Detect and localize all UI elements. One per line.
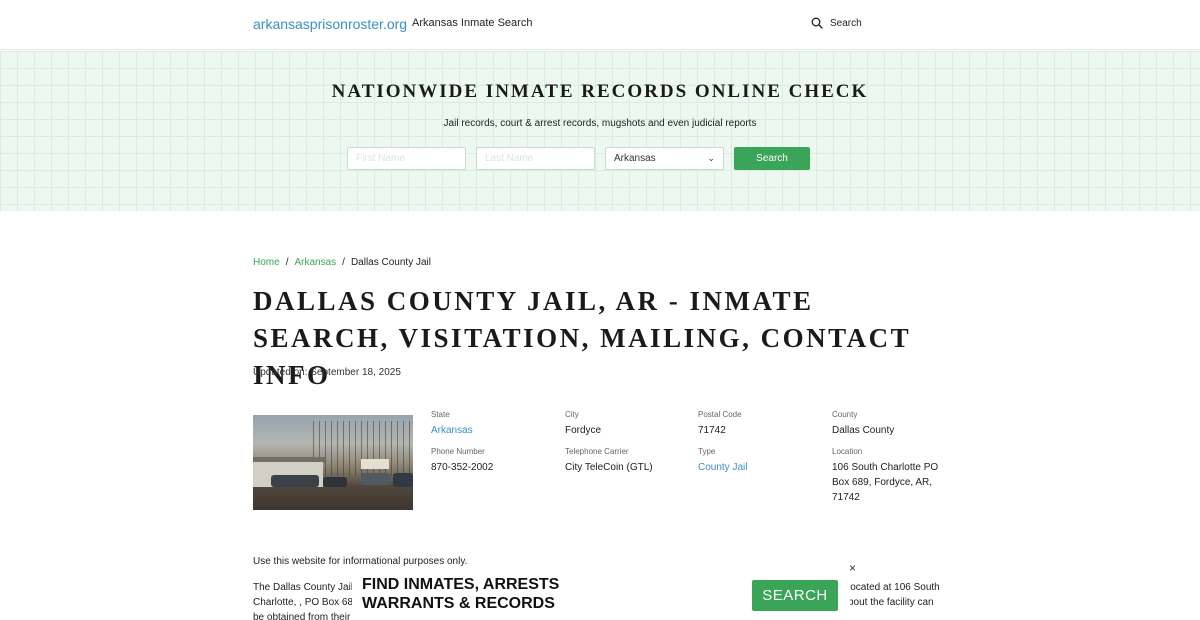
info-location-value: 106 South Charlotte PO Box 689, Fordyce,… (832, 462, 939, 503)
info-carrier-label: Telephone Carrier (565, 447, 629, 456)
info-state-link[interactable]: Arkansas (431, 423, 551, 438)
chevron-down-icon: ⌄ (707, 153, 715, 163)
info-phone-label: Phone Number (431, 447, 485, 456)
description-line: be obtained from their (253, 612, 351, 620)
ad-title: FIND INMATES, ARRESTS WARRANTS & RECORDS (362, 575, 559, 613)
updated-date: Updated on: September 18, 2025 (253, 367, 401, 378)
info-location: Location 106 South Charlotte PO Box 689,… (832, 447, 944, 505)
hero-subtitle: Jail records, court & arrest records, mu… (443, 118, 757, 129)
search-icon (811, 17, 823, 29)
facility-photo (253, 415, 413, 510)
info-county-label: County (832, 410, 858, 419)
breadcrumb-home[interactable]: Home (253, 257, 280, 268)
hero-title: NATIONWIDE INMATE RECORDS ONLINE CHECK (331, 81, 869, 102)
info-state: State Arkansas (431, 410, 551, 438)
description-line: bout the facility can (848, 597, 934, 608)
last-name-input[interactable] (476, 147, 595, 170)
description-line: The Dallas County Jail (253, 582, 354, 593)
state-select[interactable]: Arkansas ⌄ (605, 147, 724, 170)
breadcrumb-separator: / (342, 257, 345, 268)
breadcrumb: Home / Arkansas / Dallas County Jail (253, 257, 431, 268)
first-name-input[interactable] (347, 147, 466, 170)
info-city-label: City (565, 410, 579, 419)
info-type-link[interactable]: County Jail (698, 460, 818, 475)
info-type: Type County Jail (698, 447, 818, 475)
nav-arkansas-inmate-search[interactable]: Arkansas Inmate Search (412, 17, 532, 29)
info-carrier: Telephone Carrier City TeleCoin (GTL) (565, 447, 685, 475)
ad-banner[interactable]: FIND INMATES, ARRESTS WARRANTS & RECORDS… (352, 572, 850, 620)
info-postal-value: 71742 (698, 425, 726, 436)
info-county-value: Dallas County (832, 425, 895, 436)
ad-title-line: WARRANTS & RECORDS (362, 595, 555, 612)
hero-search-button[interactable]: Search (734, 147, 810, 170)
info-type-label: Type (698, 447, 716, 456)
header-search-button[interactable]: Search (811, 17, 862, 29)
info-phone: Phone Number 870-352-2002 (431, 447, 551, 475)
top-navbar: arkansasprisonroster.org Arkansas Inmate… (0, 0, 1200, 50)
info-state-label: State (431, 410, 450, 419)
info-postal-label: Postal Code (698, 410, 742, 419)
breadcrumb-separator: / (285, 257, 289, 268)
disclaimer-text: Use this website for informational purpo… (253, 556, 468, 567)
info-postal: Postal Code 71742 (698, 410, 818, 438)
breadcrumb-current: Dallas County Jail (350, 257, 431, 268)
close-icon[interactable]: × (849, 562, 856, 574)
description-line: Charlotte, , PO Box 68 (253, 597, 354, 608)
ad-title-line: FIND INMATES, ARRESTS (362, 576, 560, 593)
hero-search-section: NATIONWIDE INMATE RECORDS ONLINE CHECK J… (0, 51, 1200, 211)
header-search-label: Search (830, 17, 862, 29)
info-county: County Dallas County (832, 410, 952, 438)
site-logo-link[interactable]: arkansasprisonroster.org (253, 16, 407, 32)
description-line: located at 106 South (848, 582, 940, 593)
ad-search-button[interactable]: SEARCH (752, 580, 838, 611)
info-city: City Fordyce (565, 410, 685, 438)
state-select-value: Arkansas (614, 153, 656, 164)
info-phone-value: 870-352-2002 (431, 462, 494, 473)
info-carrier-value: City TeleCoin (GTL) (565, 462, 653, 473)
info-location-label: Location (832, 447, 863, 456)
breadcrumb-state[interactable]: Arkansas (294, 257, 336, 268)
info-city-value: Fordyce (565, 425, 602, 436)
